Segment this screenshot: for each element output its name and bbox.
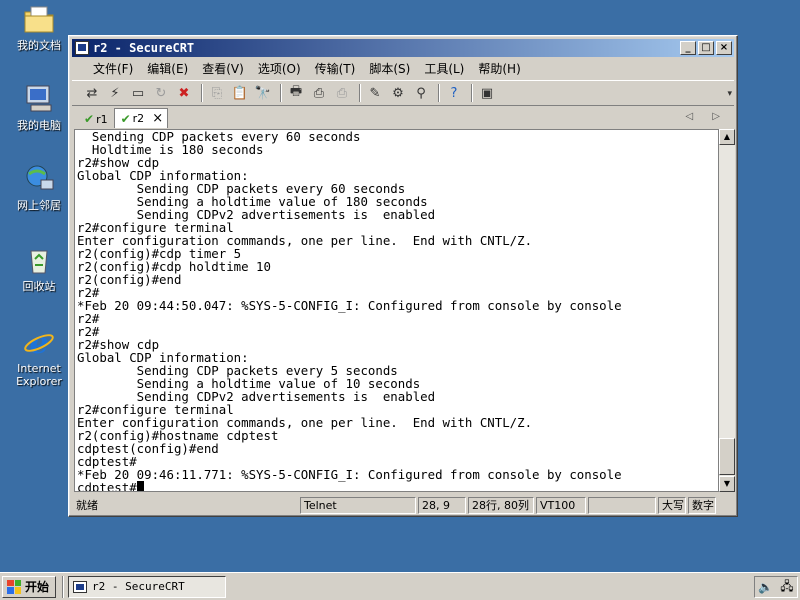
taskbar-separator (62, 575, 65, 598)
status-caps-lock: 大写 (658, 496, 686, 514)
recycle-bin-icon (22, 243, 56, 277)
menu-edit[interactable]: 编辑(E) (140, 60, 195, 77)
menu-transfer[interactable]: 传输(T) (308, 60, 363, 77)
tab-r1[interactable]: ✔ r1 (78, 110, 114, 128)
terminal-scrollbar[interactable]: ▲ ▼ (719, 129, 735, 492)
securecrt-window: r2 - SecureCRT _ □ × 文件(F) 编辑(E) 查看(V) 选… (68, 35, 738, 517)
status-num-lock: 数字 (688, 496, 716, 514)
windows-flag-icon (7, 579, 21, 594)
terminal-line: r2# (77, 311, 100, 326)
toolbar-overflow-icon[interactable]: ▾ (727, 89, 732, 99)
network-places-icon (22, 162, 56, 196)
toolbar-separator (471, 84, 473, 102)
terminal-line: Holdtime is 180 seconds (77, 142, 264, 157)
scroll-thumb[interactable] (719, 438, 735, 475)
sftp-icon[interactable]: ▣ (477, 83, 497, 103)
terminal-line: r2# (77, 324, 100, 339)
connected-check-icon: ✔ (84, 112, 95, 126)
internet-explorer-icon: e (22, 325, 56, 359)
tab-label: r2 (132, 112, 145, 125)
minimize-button[interactable]: _ (680, 41, 696, 55)
tab-label: r1 (96, 112, 108, 126)
menu-options[interactable]: 选项(O) (251, 60, 308, 77)
my-documents-icon (22, 2, 56, 36)
toolbar-separator (438, 84, 440, 102)
status-terminal-size: 28行, 80列 (468, 496, 534, 514)
session-options-icon[interactable]: ✎ (365, 83, 385, 103)
desktop-icon-label: Internet Explorer (16, 362, 62, 388)
desktop-icon-network[interactable]: 网上邻居 (6, 162, 72, 212)
reconnect-icon[interactable]: ↻ (151, 83, 171, 103)
quick-connect-icon[interactable]: ⚡ (105, 83, 125, 103)
connect-tab-icon[interactable]: ▭ (128, 83, 148, 103)
desktop-icon-my-computer[interactable]: 我的电脑 (6, 82, 72, 132)
keymap-icon[interactable]: ⚲ (411, 83, 431, 103)
menu-script[interactable]: 脚本(S) (362, 60, 417, 77)
toolbar: ⇄ ⚡ ▭ ↻ ✖ ⎘ 📋 🔭 🖶 ⎙ ⎙ ✎ ⚙ ⚲ ? ▣ ▾ (72, 80, 734, 106)
my-computer-icon (22, 82, 56, 116)
menu-view[interactable]: 查看(V) (195, 60, 251, 77)
scroll-down-icon[interactable]: ▼ (719, 476, 735, 492)
close-button[interactable]: × (716, 41, 732, 55)
status-cursor-position: 28, 9 (418, 496, 466, 514)
desktop-icon-label: 我的文档 (17, 39, 61, 52)
securecrt-app-icon (73, 580, 88, 593)
copy-icon[interactable]: ⎘ (207, 83, 227, 103)
connect-icon[interactable]: ⇄ (82, 83, 102, 103)
taskbar: 开始 r2 - SecureCRT 🔈 🖧 (0, 572, 800, 600)
status-ready: 就绪 (76, 499, 98, 512)
menu-file[interactable]: 文件(F) (86, 60, 140, 77)
system-tray: 🔈 🖧 (754, 576, 798, 598)
connected-check-icon: ✔ (120, 111, 131, 126)
terminal-cursor (136, 481, 144, 491)
global-options-icon[interactable]: ⚙ (388, 83, 408, 103)
tab-r2[interactable]: ✔ r2 × (113, 108, 169, 128)
terminal-line: r2(config)#end (77, 272, 182, 287)
scroll-up-icon[interactable]: ▲ (719, 129, 735, 145)
print-screen-icon[interactable]: ⎙ (332, 83, 352, 103)
desktop-icon-label: 我的电脑 (17, 119, 61, 132)
start-button[interactable]: 开始 (2, 575, 57, 598)
terminal-prompt: cdptest# (77, 480, 137, 492)
menu-bar: 文件(F) 编辑(E) 查看(V) 选项(O) 传输(T) 脚本(S) 工具(L… (72, 58, 734, 78)
toolbar-separator (359, 84, 361, 102)
terminal-line: cdptest(config)#end (77, 441, 219, 456)
tab-close-icon[interactable]: × (152, 111, 163, 126)
desktop-icon-label: 回收站 (22, 280, 56, 293)
terminal-line: *Feb 20 09:44:50.047: %SYS-5-CONFIG_I: C… (77, 298, 622, 313)
terminal-line: *Feb 20 09:46:11.771: %SYS-5-CONFIG_I: C… (77, 467, 622, 482)
status-emulation: VT100 (536, 496, 586, 514)
status-bar: 就绪 Telnet 28, 9 28行, 80列 VT100 大写 数字 (72, 495, 734, 515)
desktop-icon-label: 网上邻居 (17, 199, 61, 212)
network-tray-icon[interactable]: 🖧 (780, 577, 793, 598)
securecrt-app-icon (75, 41, 89, 55)
desktop-icon-my-documents[interactable]: 我的文档 (6, 2, 72, 52)
title-bar[interactable]: r2 - SecureCRT _ □ × (72, 39, 734, 57)
print-selection-icon[interactable]: ⎙ (309, 83, 329, 103)
desktop-icon-ie[interactable]: e Internet Explorer (6, 325, 72, 388)
taskbar-securecrt-button[interactable]: r2 - SecureCRT (68, 575, 227, 598)
maximize-button[interactable]: □ (698, 41, 714, 55)
paste-icon[interactable]: 📋 (230, 83, 250, 103)
menu-tools[interactable]: 工具(L) (417, 60, 471, 77)
start-label: 开始 (25, 580, 50, 594)
disconnect-icon[interactable]: ✖ (174, 83, 194, 103)
terminal-output[interactable]: Sending CDP packets every 60 seconds Hol… (74, 129, 719, 492)
print-icon[interactable]: 🖶 (286, 83, 306, 103)
status-blank (588, 496, 656, 514)
toolbar-separator (280, 84, 282, 102)
task-label: r2 - SecureCRT (92, 580, 185, 593)
window-title: r2 - SecureCRT (93, 41, 195, 55)
toolbar-separator (201, 84, 203, 102)
terminal-prompt-line: cdptest# (77, 480, 718, 492)
find-icon[interactable]: 🔭 (253, 83, 273, 103)
desktop-icon-recycle-bin[interactable]: 回收站 (6, 243, 72, 293)
menu-help[interactable]: 帮助(H) (471, 60, 527, 77)
status-protocol: Telnet (300, 496, 416, 514)
speaker-icon[interactable]: 🔈 (758, 580, 773, 594)
tab-scroll-arrows-icon[interactable]: ◁ ▷ (685, 111, 728, 122)
help-icon[interactable]: ? (444, 83, 464, 103)
terminal-lines: Sending CDP packets every 60 seconds Hol… (75, 130, 718, 492)
session-tabs: ✔ r1 ✔ r2 × ◁ ▷ (72, 108, 734, 128)
